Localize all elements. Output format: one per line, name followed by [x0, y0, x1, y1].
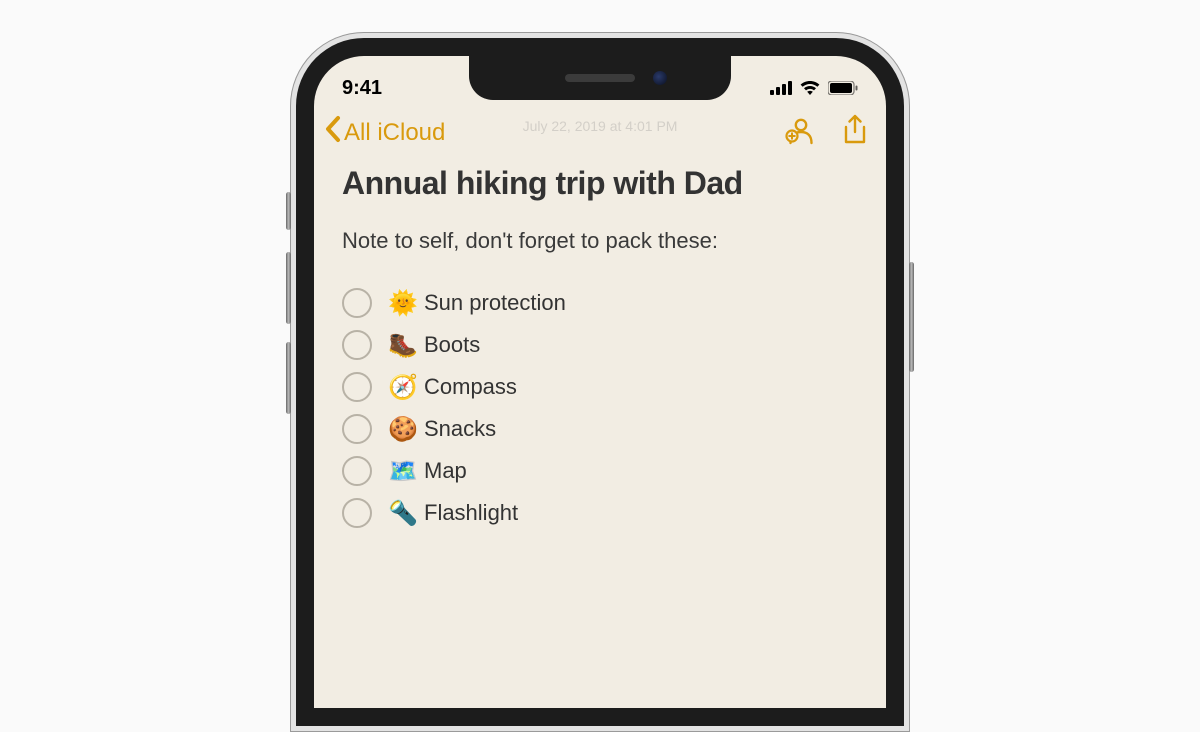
- battery-icon: [828, 81, 858, 95]
- checkbox-icon[interactable]: [342, 330, 372, 360]
- item-label: Compass: [424, 374, 517, 400]
- emoji-icon: 🧭: [388, 373, 418, 402]
- item-label: Boots: [424, 332, 480, 358]
- item-label: Snacks: [424, 416, 496, 442]
- screen: 9:41 July 22, 2019 at 4:01 PM: [314, 56, 886, 708]
- chevron-left-icon: [324, 115, 342, 150]
- list-item[interactable]: 🥾Boots: [342, 330, 858, 360]
- mute-switch: [286, 192, 291, 230]
- emoji-icon: 🥾: [388, 331, 418, 360]
- checkbox-icon[interactable]: [342, 456, 372, 486]
- front-camera: [653, 71, 667, 85]
- list-item[interactable]: 🔦Flashlight: [342, 498, 858, 528]
- list-item[interactable]: 🧭Compass: [342, 372, 858, 402]
- notch: [469, 56, 731, 100]
- note-title: Annual hiking trip with Dad: [342, 165, 858, 202]
- note-subtitle: Note to self, don't forget to pack these…: [342, 228, 858, 254]
- checklist: 🌞Sun protection 🥾Boots 🧭Compass: [342, 288, 858, 528]
- side-button: [909, 262, 914, 372]
- share-icon[interactable]: [842, 114, 868, 151]
- emoji-icon: 🗺️: [388, 457, 418, 486]
- item-label: Flashlight: [424, 500, 518, 526]
- phone-frame: 9:41 July 22, 2019 at 4:01 PM: [290, 32, 910, 732]
- note-content[interactable]: Annual hiking trip with Dad Note to self…: [314, 161, 886, 528]
- wifi-icon: [799, 80, 821, 96]
- emoji-icon: 🌞: [388, 289, 418, 318]
- note-timestamp: July 22, 2019 at 4:01 PM: [523, 118, 678, 134]
- cellular-signal-icon: [770, 81, 792, 95]
- checkbox-icon[interactable]: [342, 498, 372, 528]
- speaker-grille: [565, 74, 635, 82]
- volume-down-button: [286, 342, 291, 414]
- list-item[interactable]: 🍪Snacks: [342, 414, 858, 444]
- nav-bar: All iCloud: [314, 108, 886, 161]
- item-label: Map: [424, 458, 467, 484]
- item-label: Sun protection: [424, 290, 566, 316]
- checkbox-icon[interactable]: [342, 288, 372, 318]
- emoji-icon: 🔦: [388, 499, 418, 528]
- volume-up-button: [286, 252, 291, 324]
- list-item[interactable]: 🗺️Map: [342, 456, 858, 486]
- emoji-icon: 🍪: [388, 415, 418, 444]
- checkbox-icon[interactable]: [342, 414, 372, 444]
- back-label: All iCloud: [344, 119, 445, 147]
- add-collaborator-icon[interactable]: [784, 115, 816, 150]
- list-item[interactable]: 🌞Sun protection: [342, 288, 858, 318]
- status-time: 9:41: [342, 77, 382, 100]
- checkbox-icon[interactable]: [342, 372, 372, 402]
